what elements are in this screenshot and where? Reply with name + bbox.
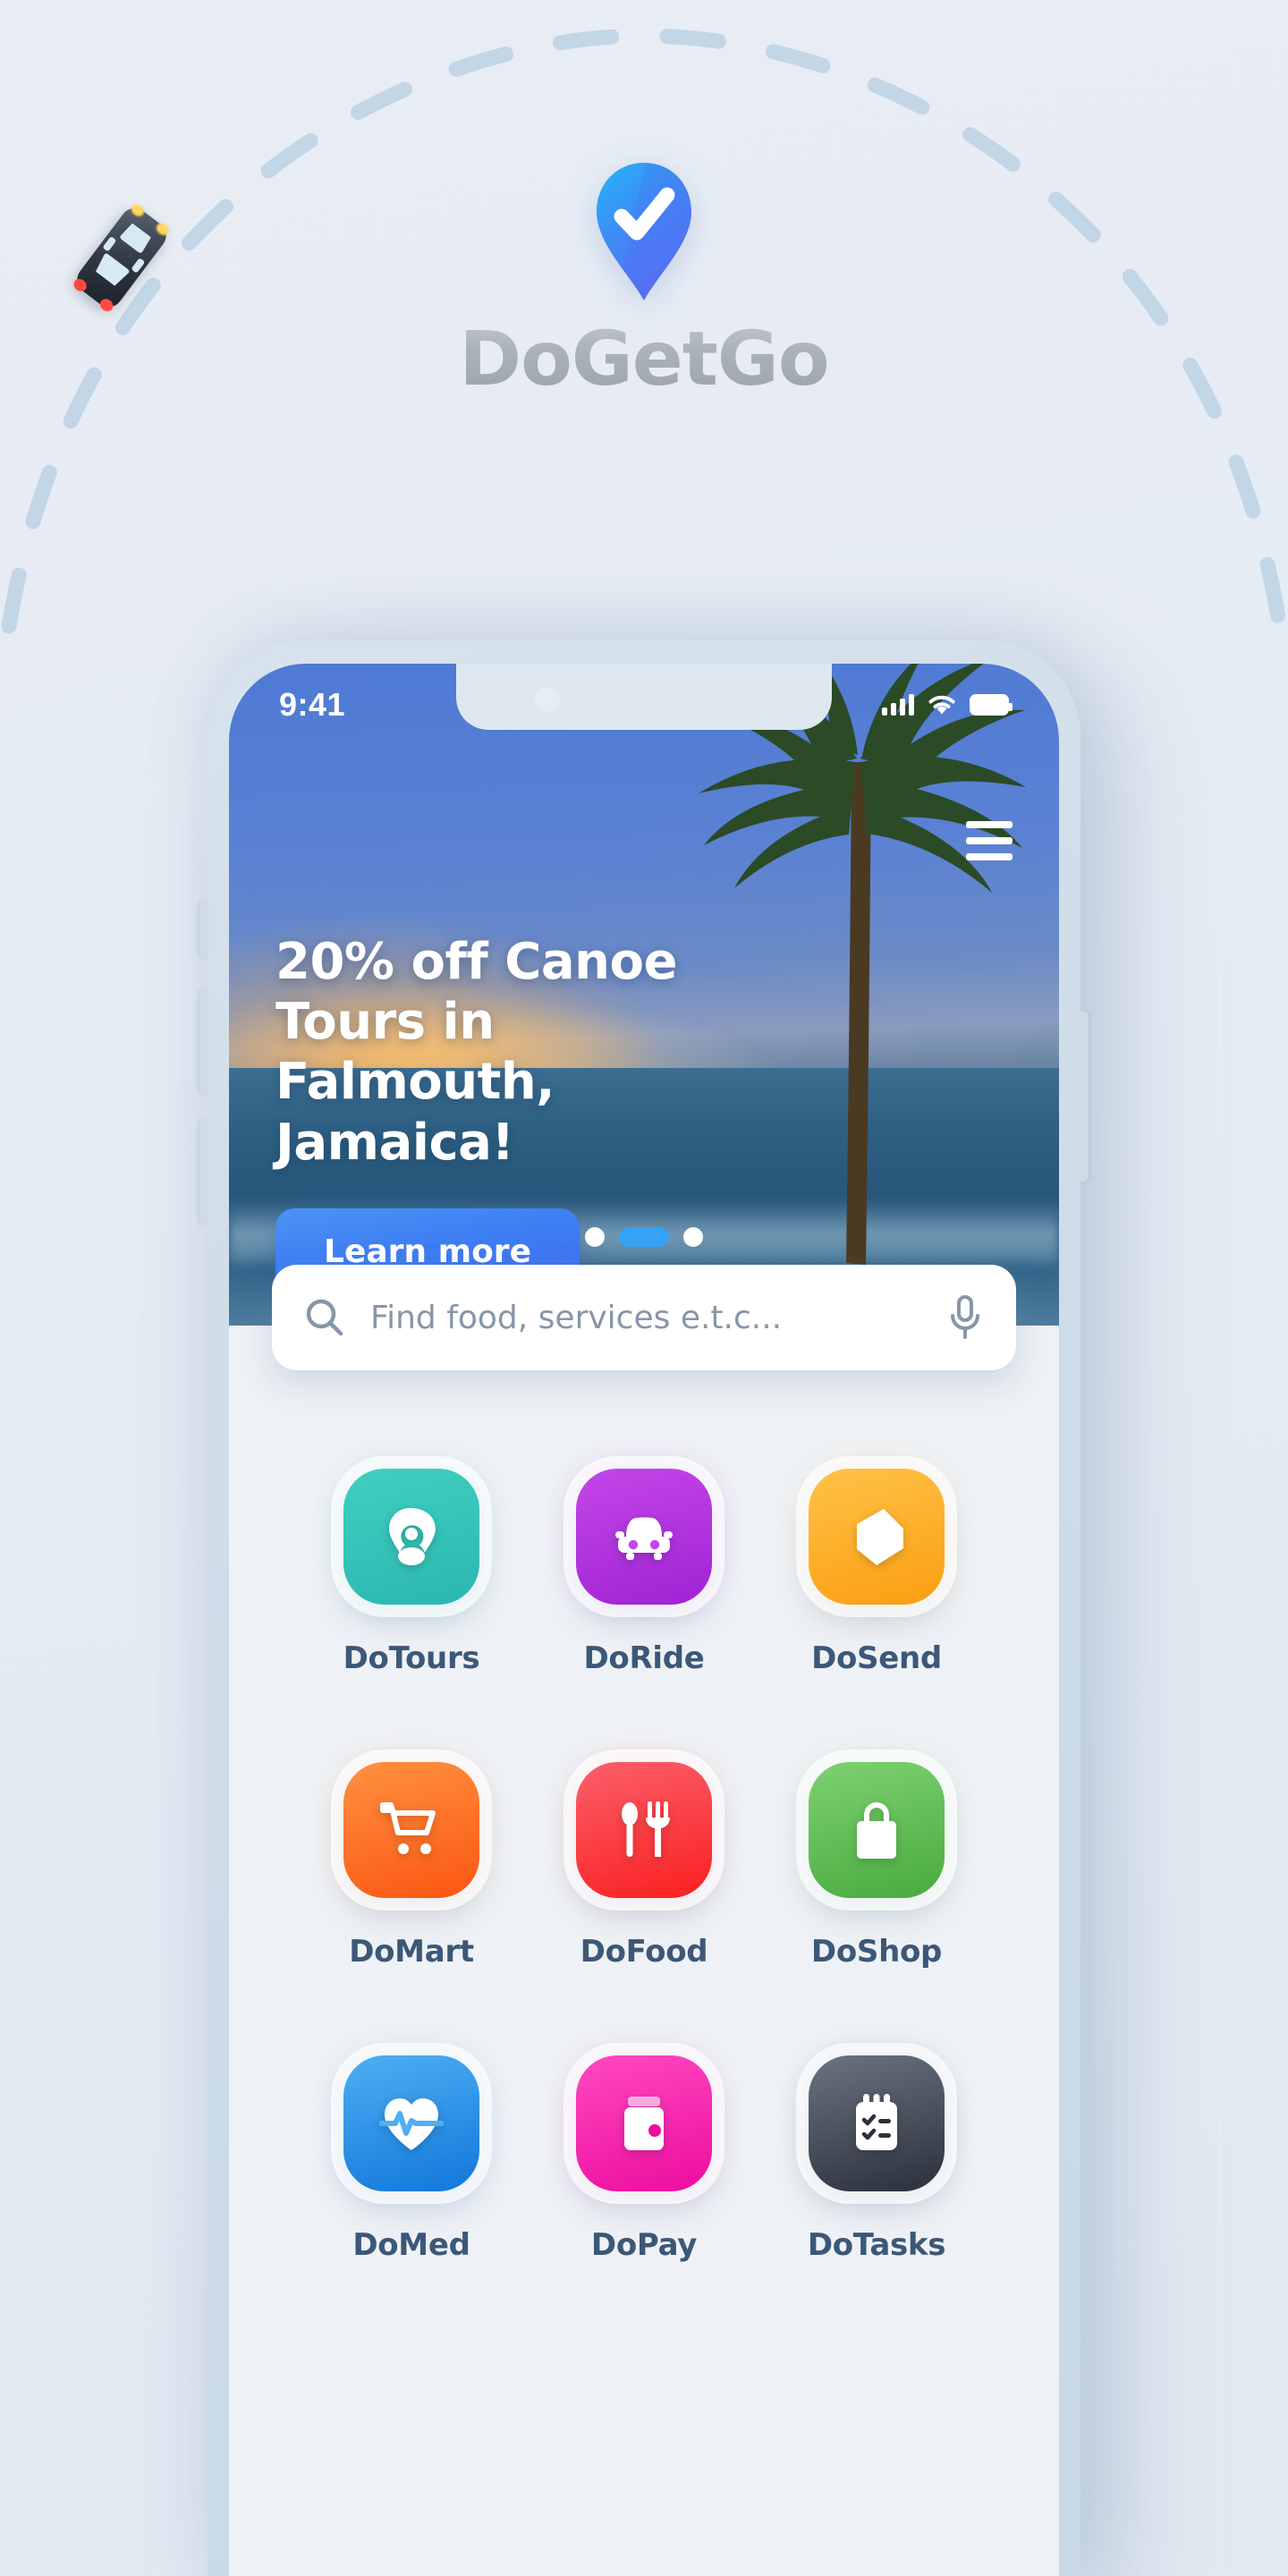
app-tile-doshop[interactable]: DoShop [809,1762,945,1970]
wallet-icon [624,2097,664,2150]
brand-title: DoGetGo [459,315,829,402]
shopping-bag-icon [857,1802,896,1859]
carousel-dot-2[interactable] [619,1227,669,1247]
package-box-icon [857,1509,903,1565]
brand-header: DoGetGo [0,161,1288,402]
app-tile-dotours[interactable]: DoTours [343,1469,480,1676]
wifi-icon [928,695,955,715]
hamburger-menu-icon[interactable] [966,821,1013,860]
status-time: 9:41 [279,686,346,723]
app-label: DoTours [343,1640,480,1676]
app-label: DoMed [352,2227,470,2263]
app-icon-container[interactable] [576,2055,712,2191]
phone-volume-up-button[interactable] [199,989,208,1095]
heart-pulse-icon [379,2098,444,2150]
promo-banner[interactable]: 9:41 20% off Canoe Tours in Falmouth, Ja… [229,664,1059,1326]
app-icon-container[interactable] [809,1762,945,1898]
clipboard-check-icon [855,2094,897,2150]
carousel-dot-1[interactable] [585,1227,605,1247]
search-bar[interactable] [272,1265,1016,1370]
search-input[interactable] [345,1299,946,1336]
app-icon-container[interactable] [343,2055,479,2191]
app-tile-dotasks[interactable]: DoTasks [808,2055,945,2263]
app-tile-dofood[interactable]: DoFood [576,1762,712,1970]
app-icon-container[interactable] [808,2055,945,2191]
app-icon-container[interactable] [343,1469,479,1605]
app-label: DoShop [810,1934,943,1970]
phone-mute-switch[interactable] [199,900,208,959]
app-grid: DoTours DoRide DoSend DoMart DoFood DoShop DoM… [229,1326,1059,2263]
app-label: DoPay [590,2227,698,2263]
app-tile-dosend[interactable]: DoSend [809,1469,945,1676]
microphone-icon[interactable] [946,1294,984,1341]
app-tile-dopay[interactable]: DoPay [576,2055,712,2263]
phone-power-button[interactable] [1080,1012,1089,1182]
front-camera-icon [535,687,560,712]
spoon-fork-icon [622,1801,670,1857]
app-label: DoMart [349,1934,474,1970]
status-icons [882,693,1013,716]
battery-full-icon [970,694,1013,716]
page-root: DoGetGo 9:41 20% off Canoe Tours in Falm… [0,0,1288,2576]
shopping-cart-icon [380,1802,436,1854]
carousel-dots[interactable] [585,1227,703,1247]
phone-mockup: 9:41 20% off Canoe Tours in Falmouth, Ja… [199,640,1089,2576]
cellular-signal-icon [882,694,914,716]
app-icon-container[interactable] [576,1469,712,1605]
promo-title: 20% off Canoe Tours in Falmouth, Jamaica… [275,933,677,1172]
app-tile-domed[interactable]: DoMed [343,2055,479,2263]
app-label: DoTasks [807,2227,946,2263]
app-tile-doride[interactable]: DoRide [576,1469,712,1676]
carousel-dot-3[interactable] [683,1227,703,1247]
phone-volume-down-button[interactable] [199,1119,208,1224]
app-icon-container[interactable] [343,1762,479,1898]
app-icon-container[interactable] [576,1762,712,1898]
search-icon [306,1299,343,1336]
app-label: DoRide [583,1640,705,1676]
car-icon [615,1517,673,1560]
phone-notch [456,664,832,730]
phone-screen: 9:41 20% off Canoe Tours in Falmouth, Ja… [229,664,1059,2576]
app-label: DoSend [811,1640,942,1676]
map-pin-check-icon [597,163,691,301]
app-tile-domart[interactable]: DoMart [343,1762,479,1970]
location-pin-icon [388,1508,436,1565]
app-label: DoFood [580,1934,708,1970]
app-icon-container[interactable] [809,1469,945,1605]
